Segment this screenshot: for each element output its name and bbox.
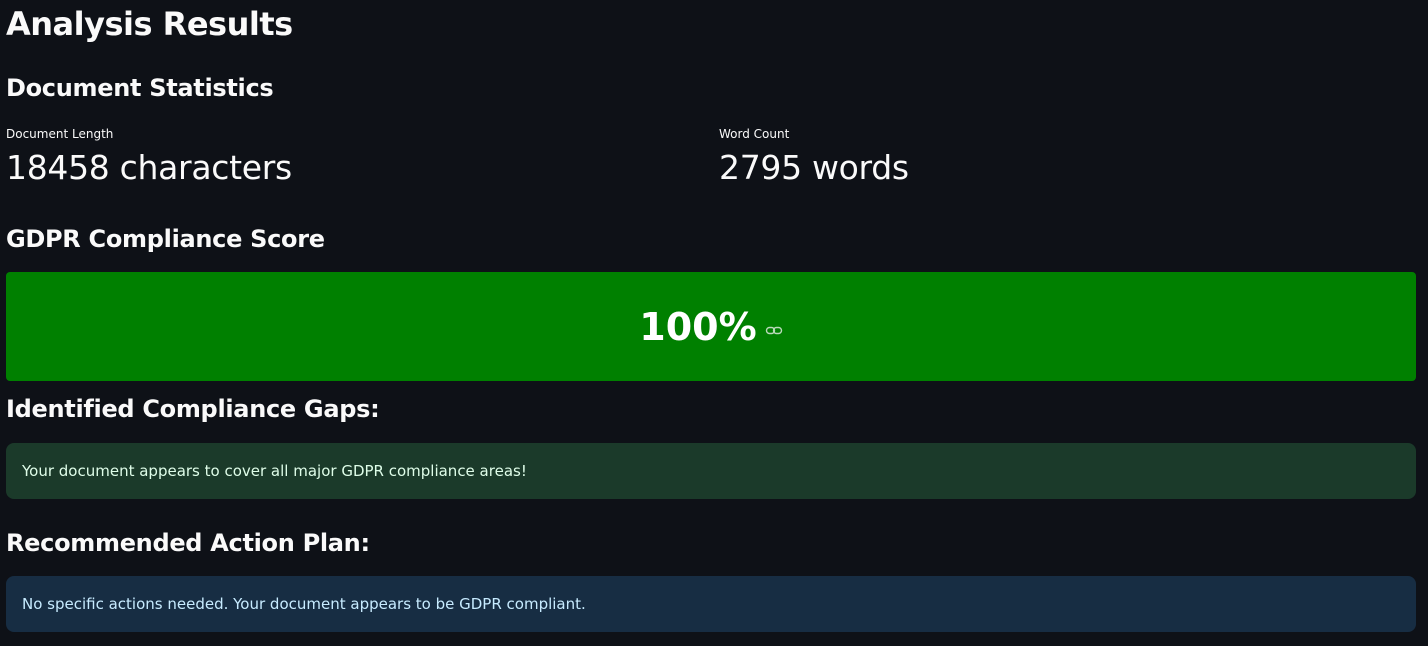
document-length-metric: Document Length 18458 characters [6, 124, 292, 192]
compliance-gaps-alert: Your document appears to cover all major… [6, 443, 1416, 499]
page-title: Analysis Results [6, 5, 293, 43]
document-length-label: Document Length [6, 127, 114, 141]
action-plan-message: No specific actions needed. Your documen… [22, 595, 586, 613]
statistics-heading: Document Statistics [6, 74, 274, 102]
word-count-metric: Word Count 2795 words [719, 124, 909, 192]
word-count-value: 2795 words [719, 148, 909, 187]
compliance-score-value: 100% [639, 304, 757, 349]
compliance-gaps-heading: Identified Compliance Gaps: [6, 395, 380, 423]
document-length-value: 18458 characters [6, 148, 292, 187]
action-plan-alert: No specific actions needed. Your documen… [6, 576, 1416, 632]
compliance-score-heading: GDPR Compliance Score [6, 225, 325, 253]
word-count-label: Word Count [719, 127, 790, 141]
compliance-score-box: 100% [6, 272, 1416, 381]
action-plan-heading: Recommended Action Plan: [6, 529, 370, 557]
compliance-gaps-message: Your document appears to cover all major… [22, 462, 527, 480]
analysis-results-page: Analysis Results Document Statistics Doc… [0, 0, 1428, 646]
link-icon[interactable] [765, 324, 783, 338]
